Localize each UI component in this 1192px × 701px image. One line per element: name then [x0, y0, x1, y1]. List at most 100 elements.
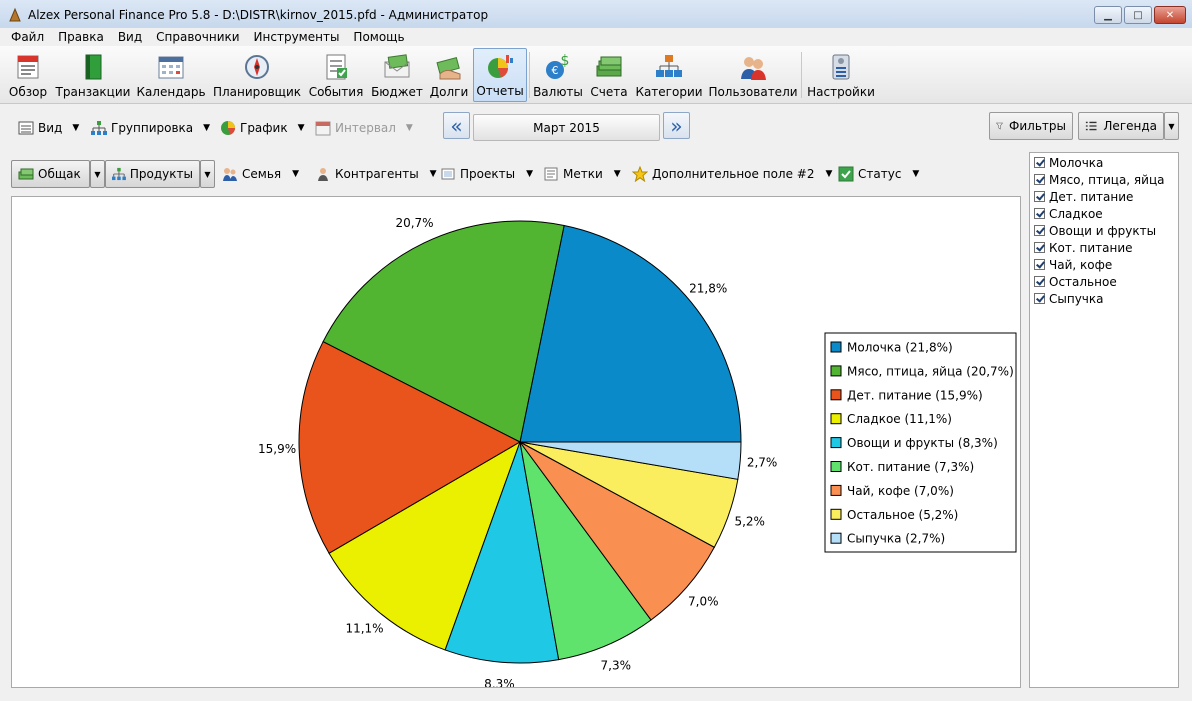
- legend-dropdown-button[interactable]: ▼: [1164, 112, 1179, 140]
- category-filter-item[interactable]: Кот. питание: [1030, 239, 1178, 256]
- category-filter-item[interactable]: Остальное: [1030, 273, 1178, 290]
- svg-text:€: €: [552, 64, 559, 77]
- products-group-button[interactable]: Продукты: [105, 160, 200, 188]
- settings-icon: [832, 54, 850, 80]
- menu-tools[interactable]: Инструменты: [247, 30, 347, 44]
- legend-swatch: [830, 413, 842, 425]
- interval-dropdown[interactable]: Интервал ▼: [315, 118, 413, 138]
- chevron-down-icon: ▼: [204, 169, 211, 179]
- view-dropdown[interactable]: Вид ▼: [18, 118, 79, 138]
- maximize-button[interactable]: □: [1124, 6, 1152, 24]
- grouping-dropdown[interactable]: Группировка ▼: [91, 118, 210, 138]
- checkbox-checked-icon[interactable]: [1034, 259, 1045, 270]
- extra-field-group-dropdown[interactable]: Дополнительное поле #2 ▼: [632, 166, 832, 182]
- toolbar-users-button[interactable]: Пользователи: [708, 48, 798, 102]
- svg-text:$: $: [561, 53, 570, 69]
- chevron-down-icon: ▼: [429, 169, 437, 179]
- calendar-icon: [315, 121, 331, 136]
- minimize-button[interactable]: ▁: [1094, 6, 1122, 24]
- menu-help[interactable]: Помощь: [346, 30, 411, 44]
- checkbox-checked-icon[interactable]: [1034, 191, 1045, 202]
- category-filter-item[interactable]: Мясо, птица, яйца: [1030, 171, 1178, 188]
- legend-button[interactable]: Легенда: [1078, 112, 1164, 140]
- legend-swatch: [830, 389, 842, 401]
- counterparties-group-dropdown[interactable]: Контрагенты ▼: [315, 166, 437, 182]
- category-filter-item[interactable]: Овощи и фрукты: [1030, 222, 1178, 239]
- pie-chart-icon: [488, 55, 513, 78]
- toolbar-reports-button[interactable]: Отчеты: [473, 48, 527, 102]
- star-icon: [632, 166, 648, 182]
- legend-label: Молочка (21,8%): [847, 341, 953, 355]
- family-icon: [223, 168, 237, 181]
- checkbox-checked-icon[interactable]: [1034, 208, 1045, 219]
- toolbar-categories-button[interactable]: Категории: [634, 48, 704, 102]
- legend-swatch: [830, 461, 842, 472]
- general-group-dropdown[interactable]: ▼: [90, 160, 105, 188]
- checkbox-checked-icon[interactable]: [1034, 157, 1045, 168]
- previous-period-button[interactable]: «: [443, 112, 470, 139]
- category-filter-item[interactable]: Сладкое: [1030, 205, 1178, 222]
- products-group-dropdown[interactable]: ▼: [200, 160, 215, 188]
- toolbar-calendar-button[interactable]: Календарь: [136, 48, 206, 102]
- tags-group-dropdown[interactable]: Метки ▼: [543, 166, 621, 182]
- chevron-down-icon: ▼: [72, 123, 80, 133]
- toolbar-budget-button[interactable]: Бюджет: [369, 48, 425, 102]
- category-filter-item[interactable]: Дет. питание: [1030, 188, 1178, 205]
- toolbar-debts-button[interactable]: Долги: [428, 48, 470, 102]
- next-period-button[interactable]: »: [663, 112, 690, 139]
- general-group-button[interactable]: Общак: [11, 160, 90, 188]
- compass-icon: [245, 55, 269, 79]
- checkbox-checked-icon[interactable]: [1034, 242, 1045, 253]
- chevron-down-icon: ▼: [526, 169, 533, 179]
- chevron-down-icon: ▼: [1168, 121, 1175, 131]
- menu-view[interactable]: Вид: [111, 30, 149, 44]
- report-content: Общак ▼ Продукты ▼ Семья ▼ Контрагенты ▼…: [0, 152, 1192, 701]
- legend-label: Мясо, птица, яйца (20,7%): [847, 364, 1014, 378]
- money-stack-icon: [596, 56, 622, 77]
- menu-references[interactable]: Справочники: [149, 30, 246, 44]
- menu-edit[interactable]: Правка: [51, 30, 111, 44]
- calendar-icon: [158, 56, 184, 79]
- chevron-down-icon: ▼: [203, 123, 211, 133]
- projects-icon: [441, 168, 455, 180]
- period-selector[interactable]: Март 2015: [473, 114, 660, 141]
- chart-type-dropdown[interactable]: График ▼: [220, 118, 305, 138]
- grouping-bar: Общак ▼ Продукты ▼ Семья ▼ Контрагенты ▼…: [10, 160, 1022, 190]
- close-button[interactable]: ✕: [1154, 6, 1186, 24]
- toolbar-settings-button[interactable]: Настройки: [806, 48, 876, 102]
- legend-label: Кот. питание (7,3%): [847, 460, 974, 474]
- checkbox-checked-icon[interactable]: [1034, 276, 1045, 287]
- checkbox-checked-icon[interactable]: [1034, 225, 1045, 236]
- main-toolbar: Обзор Транзакции Календарь Планировщик С…: [0, 46, 1192, 104]
- pie-slice-label: 8,3%: [484, 677, 515, 687]
- window-title: Alzex Personal Finance Pro 5.8 - D:\DIST…: [28, 8, 489, 22]
- filters-button[interactable]: Фильтры: [989, 112, 1073, 140]
- legend-swatch: [830, 508, 842, 520]
- toolbar-transactions-button[interactable]: Транзакции: [56, 48, 130, 102]
- app-icon: [9, 7, 21, 22]
- book-icon: [85, 54, 102, 80]
- toolbar-currencies-button[interactable]: € $ Валюты: [532, 48, 584, 102]
- checkbox-checked-icon[interactable]: [1034, 174, 1045, 185]
- category-filter-item[interactable]: Чай, кофе: [1030, 256, 1178, 273]
- toolbar-accounts-button[interactable]: Счета: [589, 48, 629, 102]
- grouping-icon: [91, 121, 107, 135]
- double-chevron-left-icon: «: [450, 113, 463, 138]
- double-chevron-right-icon: »: [670, 113, 683, 138]
- toolbar-planner-button[interactable]: Планировщик: [212, 48, 302, 102]
- chevron-down-icon: ▼: [292, 169, 300, 179]
- checkbox-checked-icon[interactable]: [1034, 293, 1045, 304]
- toolbar-events-button[interactable]: События: [307, 48, 365, 102]
- category-filter-item[interactable]: Сыпучка: [1030, 290, 1178, 307]
- list-view-icon: [18, 121, 34, 135]
- family-group-dropdown[interactable]: Семья ▼: [222, 166, 299, 182]
- grouping-icon: [112, 167, 126, 181]
- projects-group-dropdown[interactable]: Проекты ▼: [440, 166, 533, 182]
- toolbar-overview-button[interactable]: Обзор: [4, 48, 52, 102]
- category-filter-item[interactable]: Молочка: [1030, 154, 1178, 171]
- legend-label: Овощи и фрукты (8,3%): [847, 436, 998, 450]
- status-group-dropdown[interactable]: Статус ▼: [838, 166, 919, 182]
- currency-icon: € $: [546, 53, 570, 79]
- chevron-down-icon: ▼: [94, 169, 101, 179]
- menu-file[interactable]: Файл: [4, 30, 51, 44]
